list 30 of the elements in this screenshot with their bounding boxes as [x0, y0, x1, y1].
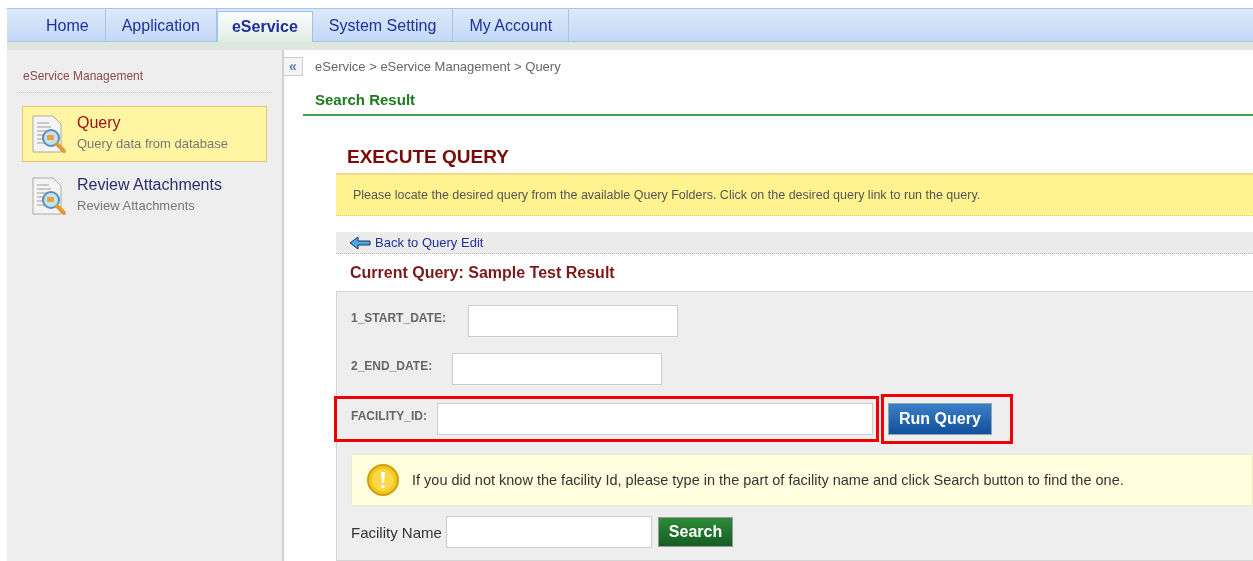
field-label: 2_END_DATE:	[351, 358, 433, 373]
field-label: 1_START_DATE:	[351, 310, 446, 325]
back-arrow-icon	[349, 235, 371, 250]
breadcrumb: eService > eService Management > Query	[314, 58, 562, 74]
field-label: Facility Name	[351, 523, 442, 541]
hint-text: If you did not know the facility Id, please type in the part of facility name and click Search button to find the one.	[412, 472, 1124, 488]
input-field[interactable]	[445, 516, 652, 548]
sidebar-title: eService Management	[17, 50, 272, 93]
current-query-title: Current Query: Sample Test Result	[349, 263, 616, 283]
sidebar-item-title: Query	[77, 114, 122, 132]
input-field[interactable]	[437, 403, 873, 435]
field-label: FACILITY_ID:	[351, 408, 427, 423]
input-field[interactable]	[467, 305, 678, 337]
sidebar-item-title: Review Attachments	[77, 176, 222, 194]
warning-icon	[366, 463, 400, 497]
sidebar-item[interactable]: Review Attachments Review Attachments	[22, 168, 267, 224]
page-heading: EXECUTE QUERY	[346, 145, 510, 169]
collapse-button[interactable]: «	[284, 57, 303, 76]
nav-tab[interactable]: eService	[216, 11, 313, 42]
back-link[interactable]: Back to Query Edit	[375, 235, 484, 250]
document-search-icon	[29, 114, 69, 154]
input-field[interactable]	[452, 353, 663, 385]
section-title: Search Result	[303, 74, 1253, 116]
search-button[interactable]: Search	[657, 517, 734, 547]
instruction-banner: Please locate the desired query from the available Query Folders. Click on the desired query link to run the query.	[336, 173, 1253, 216]
document-search-icon	[29, 176, 69, 216]
sidebar-item-subtitle: Review Attachments	[77, 198, 196, 213]
sidebar-item-subtitle: Query data from database	[77, 136, 229, 151]
run-query-button[interactable]: Run Query	[888, 403, 992, 435]
sidebar-item[interactable]: Query Query data from database	[22, 106, 267, 162]
